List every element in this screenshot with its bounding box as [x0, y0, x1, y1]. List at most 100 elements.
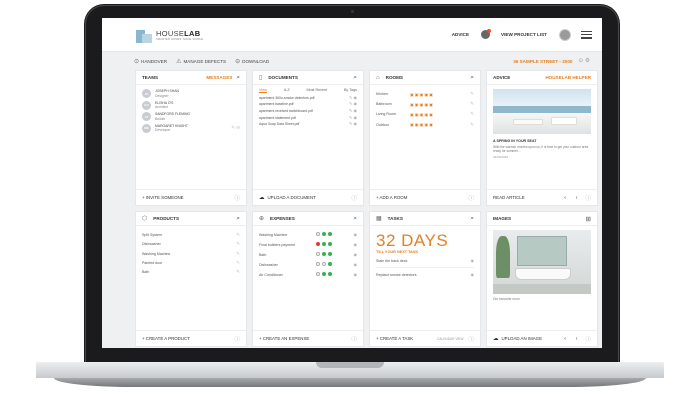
edit-icon[interactable]: ✎ — [470, 101, 474, 107]
dashboard-grid: TEAMS MESSAGES ⌕ JS JOSEPH SHAN Designer EO E… — [135, 70, 598, 347]
edit-icon[interactable]: ✎ ✉ — [231, 125, 240, 131]
edit-icon[interactable]: ✎ — [236, 241, 240, 247]
edit-icon[interactable]: ✎ — [236, 260, 240, 266]
edit-icon[interactable]: ✎ — [470, 111, 474, 117]
settings-icon[interactable]: ⊙⚙ — [578, 58, 592, 64]
list-item[interactable]: apartment baseline.pdf ✎ ◉ — [253, 101, 363, 106]
list-item[interactable]: apartment received switchboard.pdf ✎ ◉ — [253, 108, 363, 113]
room-item[interactable]: Bathroom ▣▣▣▣▣ ✎ — [376, 101, 474, 107]
tab-a-z[interactable]: A-Z — [284, 88, 290, 93]
product-item[interactable]: Dishwasher ✎ — [142, 241, 240, 247]
status-dot — [328, 252, 332, 256]
tab-most-recent[interactable]: Most Recent — [306, 88, 327, 93]
task-item[interactable]: Replace smoke detectors ◉ — [370, 272, 480, 277]
advice-link[interactable]: ADVICE — [452, 32, 469, 37]
add-room-button[interactable]: + ADD A ROOM — [376, 195, 407, 200]
expense-item[interactable]: Final builders payment ◉ — [259, 242, 357, 247]
product-item[interactable]: Washing Machine ✎ — [142, 251, 240, 257]
tab-by-tags[interactable]: By Tags — [344, 88, 357, 93]
expense-item[interactable]: Bath ◉ — [259, 252, 357, 257]
info-icon[interactable]: ⓘ — [585, 335, 591, 343]
article-image[interactable] — [493, 89, 591, 134]
edit-icon[interactable]: ✎ ◉ — [349, 115, 357, 120]
teams-title: TEAMS — [142, 75, 159, 80]
edit-icon[interactable]: ✎ — [470, 122, 474, 128]
edit-icon[interactable]: ✎ ◉ — [349, 108, 357, 113]
user-avatar[interactable] — [559, 28, 571, 41]
upload-document-button[interactable]: UPLOAD A DOCUMENT — [268, 195, 316, 200]
product-item[interactable]: Split System ✎ — [142, 232, 240, 238]
upload-image-button[interactable]: UPLOAD AN IMAGE — [502, 336, 543, 341]
read-article-button[interactable]: READ ARTICLE — [493, 195, 525, 200]
cloud-upload-icon: ☁ — [493, 335, 499, 342]
expense-item[interactable]: Washing Machine ◉ — [259, 232, 357, 237]
view-icon[interactable]: ◉ — [471, 272, 475, 277]
team-member[interactable]: JS JOSEPH SHAN Designer — [142, 89, 240, 98]
view-icon[interactable]: ◉ — [354, 232, 358, 237]
product-item[interactable]: Painted door ✎ — [142, 260, 240, 266]
search-icon[interactable]: ⌕ — [470, 215, 474, 223]
expense-item[interactable]: Air Conditioner ◉ — [259, 272, 357, 277]
dollar-icon: ⊕ — [259, 216, 265, 222]
messages-link[interactable]: MESSAGES — [206, 75, 232, 80]
search-icon[interactable]: ⌕ — [470, 74, 474, 82]
info-icon[interactable]: ⓘ — [351, 194, 357, 202]
view-icon[interactable]: ◉ — [471, 258, 475, 263]
product-item[interactable]: Bath ✎ — [142, 269, 240, 275]
list-item[interactable]: apartment statement.pdf ✎ ◉ — [253, 115, 363, 120]
home-icon: ⌂ — [376, 74, 380, 81]
grid-icon[interactable]: ⊞ — [586, 215, 591, 223]
carousel-arrows[interactable]: ‹ › — [564, 336, 581, 342]
create-expense-button[interactable]: + CREATE AN EXPENSE — [259, 336, 309, 341]
invite-someone-button[interactable]: + INVITE SOMEONE — [142, 195, 184, 200]
create-product-button[interactable]: + CREATE A PRODUCT — [142, 336, 190, 341]
info-icon[interactable]: ⓘ — [468, 194, 474, 202]
menu-icon[interactable] — [581, 30, 592, 39]
calendar-view-link[interactable]: CALENDAR VIEW — [437, 337, 463, 341]
article-title[interactable]: A SPRING IN YOUR SEAT — [487, 134, 597, 143]
room-item[interactable]: Living Room ▣▣▣▣▣ ✎ — [376, 111, 474, 117]
edit-icon[interactable]: ✎ — [236, 269, 240, 275]
download-button[interactable]: ⊝ DOWNLOAD — [235, 58, 269, 65]
task-item[interactable]: Stain the back deck ◉ — [370, 258, 480, 263]
avatar: JS — [142, 89, 151, 98]
info-icon[interactable]: ⓘ — [234, 194, 240, 202]
create-task-button[interactable]: + CREATE A TASK — [376, 336, 413, 341]
info-icon[interactable]: ⓘ — [351, 335, 357, 343]
edit-icon[interactable]: ✎ — [236, 232, 240, 238]
search-icon[interactable]: ⌕ — [353, 215, 357, 223]
info-icon[interactable]: ⓘ — [585, 194, 591, 202]
tab-view[interactable]: View — [259, 88, 267, 93]
houselab-logo[interactable]: HOUSELAB SMARTER HOMES, MADE SIMPLE — [136, 27, 203, 43]
houselab-helper-link[interactable]: HOUSELAB HELPER — [545, 75, 591, 80]
view-icon[interactable]: ◉ — [354, 262, 358, 267]
handover-button[interactable]: ⊙ HANDOVER — [134, 58, 167, 65]
info-icon[interactable]: ⓘ — [468, 335, 474, 343]
edit-icon[interactable]: ✎ ◉ — [349, 95, 357, 100]
edit-icon[interactable]: ✎ ◉ — [349, 122, 357, 126]
list-item[interactable]: apartment 360o-smoke detectors.pdf ✎ ◉ — [253, 95, 363, 100]
team-member[interactable]: MK MARGARET KNIGHT Developer ✎ ✉ — [142, 123, 240, 133]
property-address[interactable]: 36 SAMPLE STREET - 2000 — [513, 59, 572, 64]
search-icon[interactable]: ⌕ — [353, 74, 357, 82]
room-item[interactable]: Outdoor ▣▣▣▣▣ ✎ — [376, 122, 474, 128]
view-icon[interactable]: ◉ — [354, 242, 358, 247]
featured-image[interactable] — [493, 230, 591, 294]
list-item[interactable]: Aqua Soap Data Sheet.pdf ✎ ◉ — [253, 122, 363, 127]
edit-icon[interactable]: ✎ ◉ — [349, 101, 357, 106]
room-item[interactable]: Kitchen ▣▣▣▣▣ ✎ — [376, 91, 474, 97]
info-icon[interactable]: ⓘ — [234, 335, 240, 343]
notification-icon[interactable] — [481, 29, 492, 39]
carousel-arrows[interactable]: ‹ › — [564, 195, 581, 201]
team-member[interactable]: EO ELISHA O'S Architect — [142, 100, 240, 110]
edit-icon[interactable]: ✎ — [470, 91, 474, 97]
expense-item[interactable]: Dishwasher ◉ — [259, 262, 357, 267]
view-icon[interactable]: ◉ — [354, 272, 358, 277]
view-icon[interactable]: ◉ — [354, 252, 358, 257]
team-member[interactable]: ST SANDFORD FLEMING Builder — [142, 112, 240, 121]
edit-icon[interactable]: ✎ — [236, 251, 240, 257]
search-icon[interactable]: ⌕ — [236, 74, 240, 82]
manage-defects-button[interactable]: ⚠ MANAGE DEFECTS — [176, 58, 226, 65]
search-icon[interactable]: ⌕ — [236, 215, 240, 223]
view-project-list-link[interactable]: VIEW PROJECT LIST — [501, 32, 547, 37]
